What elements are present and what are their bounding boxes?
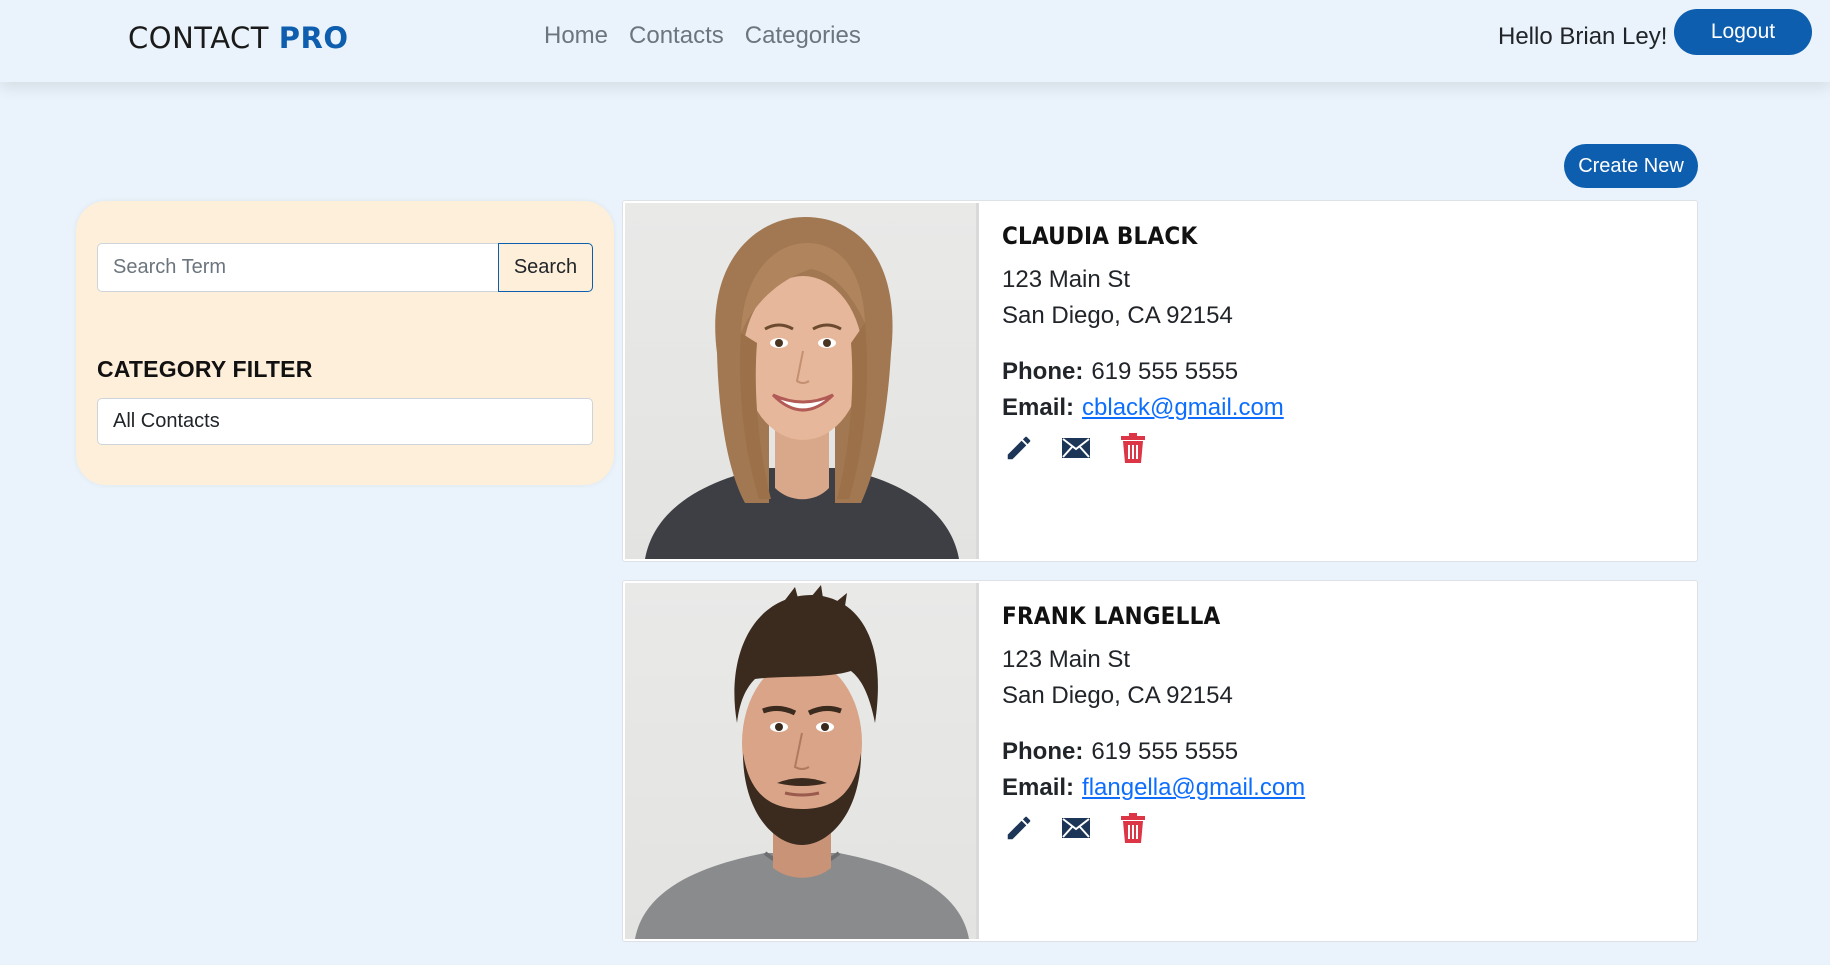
contact-phone-row: Phone: 619 555 5555 bbox=[1002, 358, 1238, 386]
category-filter-select[interactable]: All Contacts bbox=[97, 398, 593, 445]
phone-label: Phone: bbox=[1002, 738, 1084, 765]
phone-label: Phone: bbox=[1002, 358, 1084, 385]
contact-email-link[interactable]: cblack@gmail.com bbox=[1082, 394, 1284, 421]
contact-info: FRANK LANGELLA 123 Main St San Diego, CA… bbox=[1002, 581, 1697, 941]
contact-name: CLAUDIA BLACK bbox=[1002, 222, 1198, 250]
navbar: CONTACT PRO Home Contacts Categories Hel… bbox=[0, 0, 1830, 82]
envelope-icon[interactable] bbox=[1059, 811, 1092, 844]
category-filter-title: CATEGORY FILTER bbox=[97, 356, 313, 382]
man-portrait-image bbox=[635, 585, 969, 939]
trash-icon[interactable] bbox=[1116, 431, 1149, 464]
contact-email-row: Email: flangella@gmail.com bbox=[1002, 774, 1305, 802]
brand-main: CONTACT bbox=[128, 21, 270, 55]
brand-accent: PRO bbox=[278, 21, 349, 55]
contact-card: CLAUDIA BLACK 123 Main St San Diego, CA … bbox=[622, 200, 1698, 562]
contact-phone: 619 555 5555 bbox=[1091, 738, 1239, 765]
contact-card: FRANK LANGELLA 123 Main St San Diego, CA… bbox=[622, 580, 1698, 942]
contact-actions bbox=[1002, 811, 1149, 844]
email-label: Email: bbox=[1002, 394, 1075, 421]
search-input[interactable] bbox=[97, 243, 498, 292]
trash-icon[interactable] bbox=[1116, 811, 1149, 844]
contact-phone: 619 555 5555 bbox=[1091, 358, 1239, 385]
nav-link-home[interactable]: Home bbox=[544, 22, 608, 50]
contact-actions bbox=[1002, 431, 1149, 464]
search-button[interactable]: Search bbox=[498, 243, 593, 292]
contact-photo bbox=[625, 203, 979, 559]
contact-address-line2: San Diego, CA 92154 bbox=[1002, 682, 1233, 709]
pencil-icon[interactable] bbox=[1002, 811, 1035, 844]
brand-logo[interactable]: CONTACT PRO bbox=[128, 21, 349, 55]
nav-link-categories[interactable]: Categories bbox=[745, 22, 861, 50]
email-label: Email: bbox=[1002, 774, 1075, 801]
user-greeting: Hello Brian Ley! bbox=[1498, 23, 1668, 50]
pencil-icon[interactable] bbox=[1002, 431, 1035, 464]
contact-email-link[interactable]: flangella@gmail.com bbox=[1082, 774, 1305, 801]
logout-button[interactable]: Logout bbox=[1674, 9, 1812, 55]
woman-portrait-image bbox=[645, 217, 959, 559]
contact-email-row: Email: cblack@gmail.com bbox=[1002, 394, 1284, 422]
nav-links: Home Contacts Categories bbox=[544, 22, 861, 50]
category-filter-value: All Contacts bbox=[113, 410, 220, 432]
envelope-icon[interactable] bbox=[1059, 431, 1092, 464]
nav-link-contacts[interactable]: Contacts bbox=[629, 22, 724, 50]
contact-address-line1: 123 Main St bbox=[1002, 646, 1131, 673]
contact-address-line2: San Diego, CA 92154 bbox=[1002, 302, 1233, 329]
contact-name: FRANK LANGELLA bbox=[1002, 602, 1221, 630]
contact-info: CLAUDIA BLACK 123 Main St San Diego, CA … bbox=[1002, 201, 1697, 561]
contact-address-line1: 123 Main St bbox=[1002, 266, 1131, 293]
contact-phone-row: Phone: 619 555 5555 bbox=[1002, 738, 1238, 766]
filter-sidebar: Search CATEGORY FILTER All Contacts bbox=[76, 201, 614, 485]
search-group: Search bbox=[97, 243, 593, 292]
contact-photo bbox=[625, 583, 979, 939]
create-new-button[interactable]: Create New bbox=[1564, 144, 1698, 188]
